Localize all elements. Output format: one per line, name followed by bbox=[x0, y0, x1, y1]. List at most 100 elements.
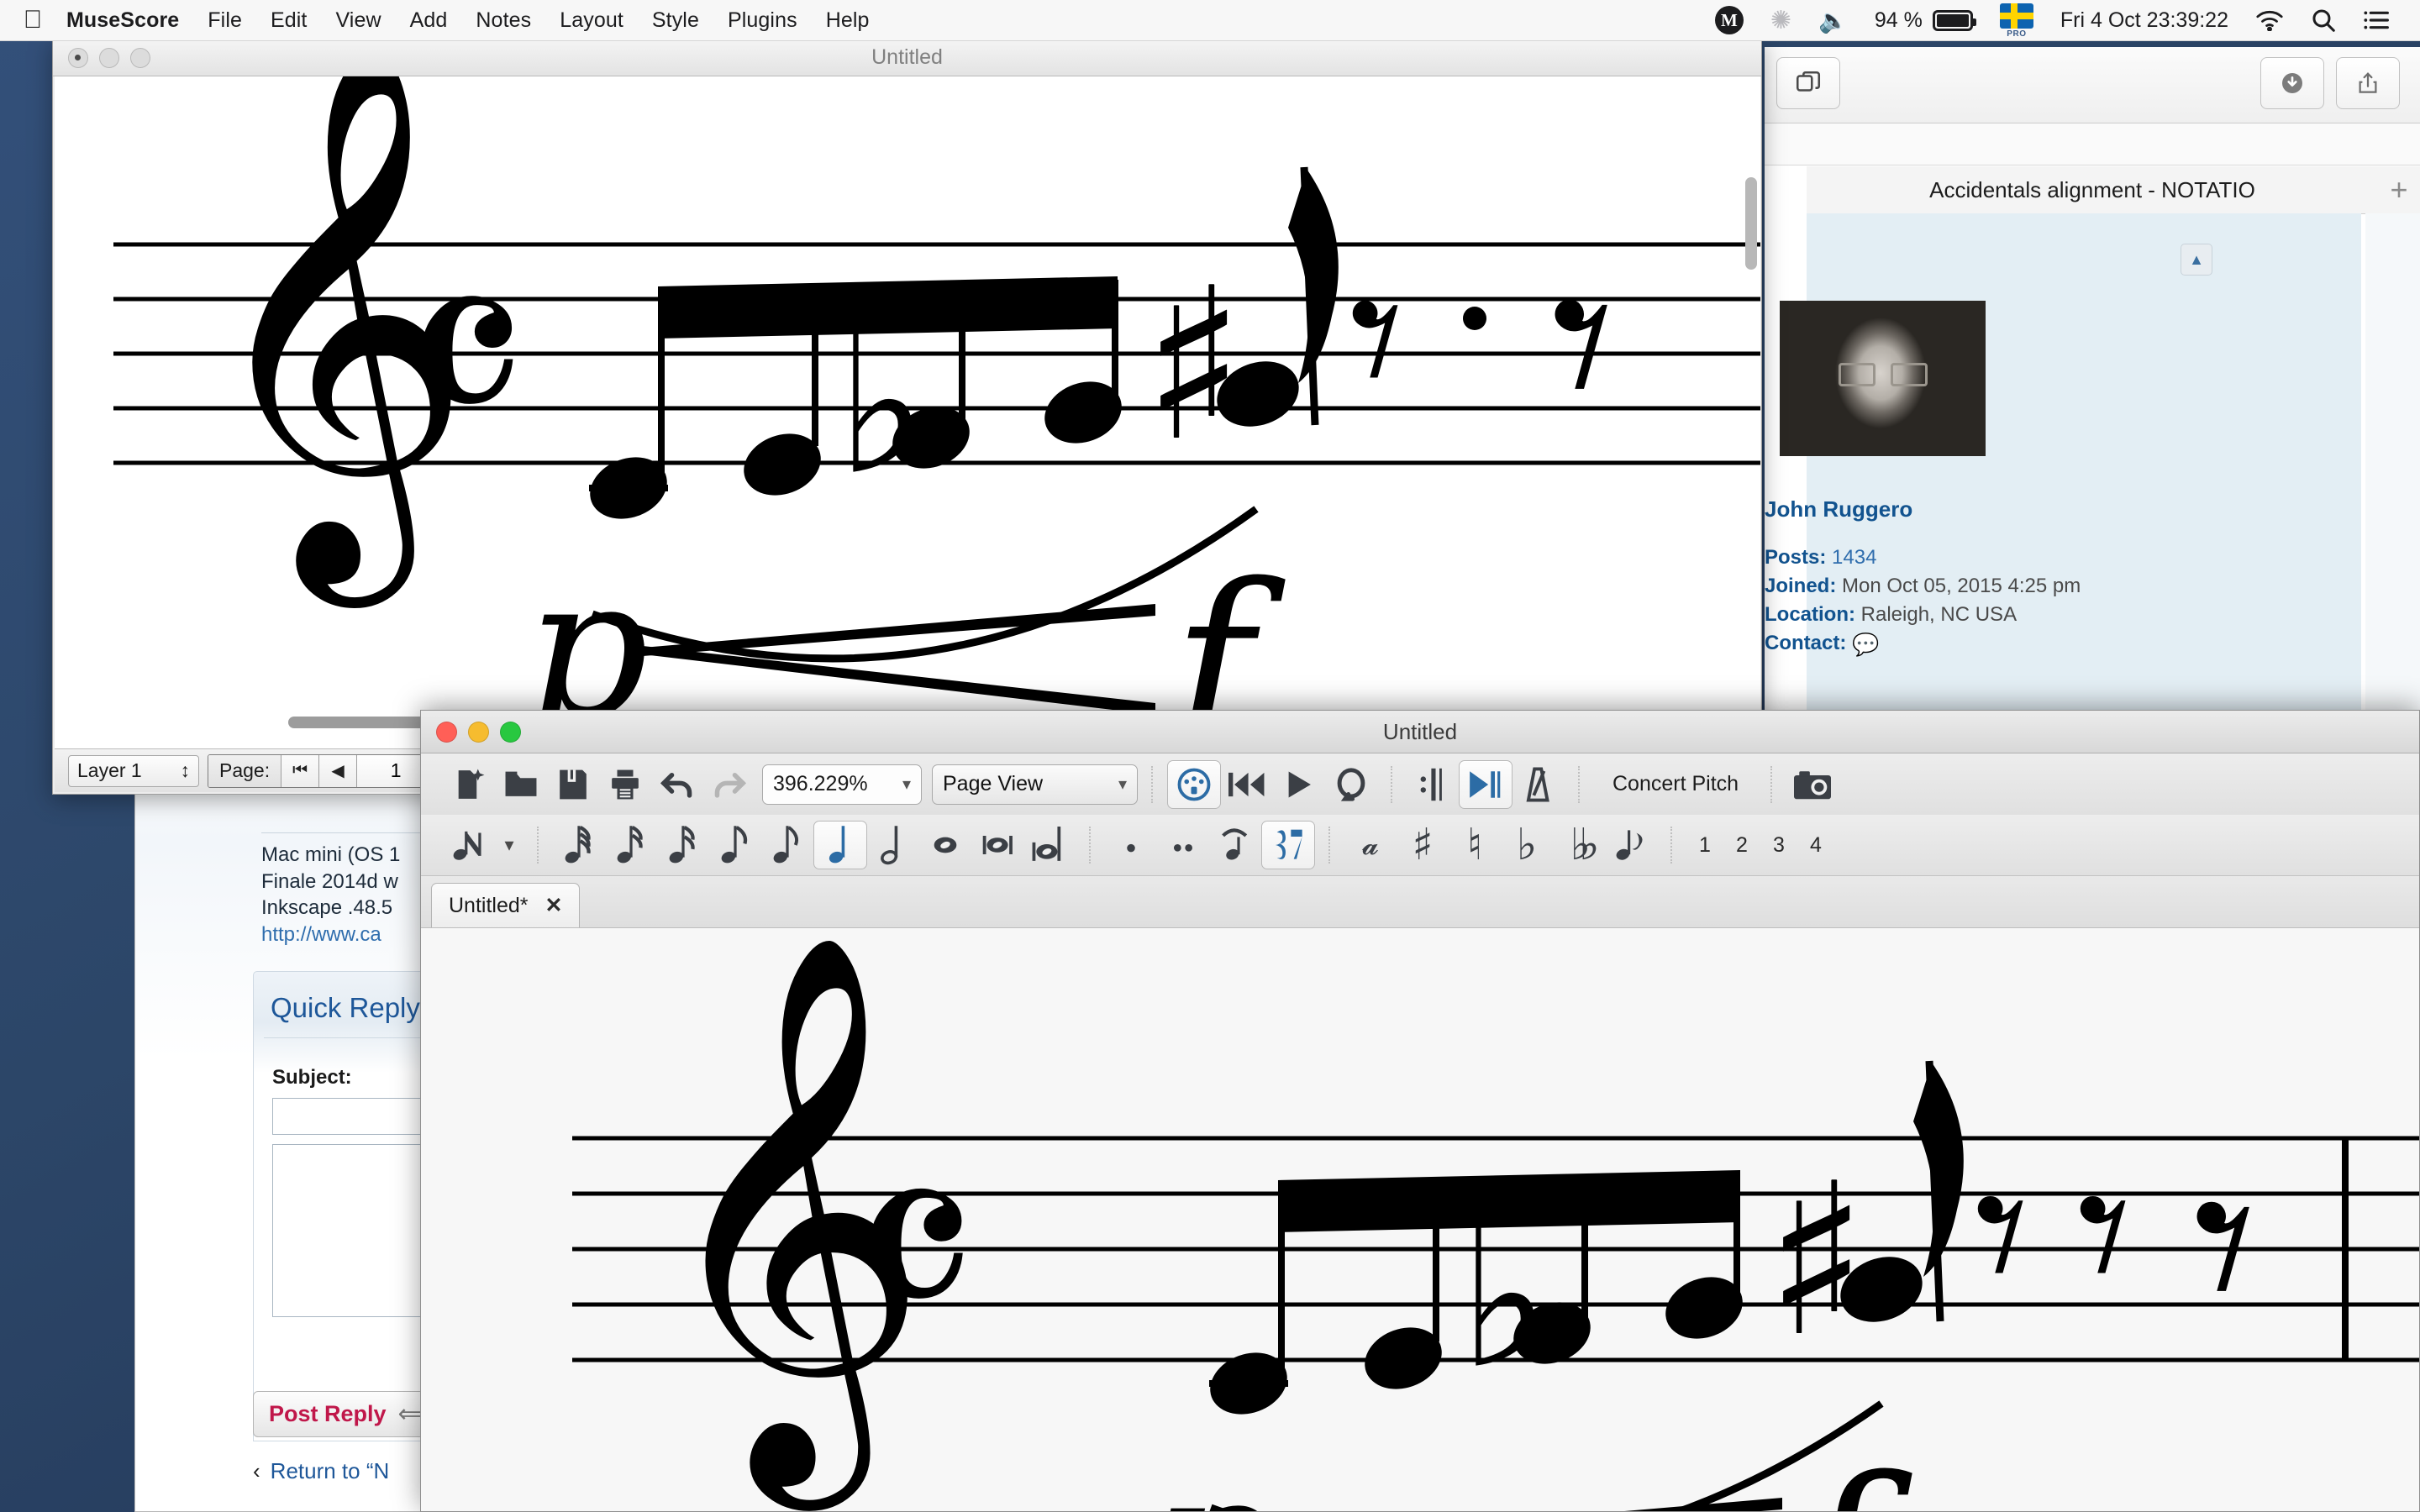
chevron-down-icon[interactable]: ▾ bbox=[495, 822, 523, 869]
window-titlebar[interactable]: Untitled bbox=[53, 39, 1761, 76]
double-sharp-icon[interactable]: 𝓪 bbox=[1344, 822, 1397, 869]
menu-view[interactable]: View bbox=[321, 8, 395, 33]
open-file-icon[interactable] bbox=[495, 761, 547, 808]
document-tab-strip: Untitled* ✕ bbox=[421, 876, 2419, 928]
menu-help[interactable]: Help bbox=[812, 8, 884, 33]
document-tab-label: Untitled* bbox=[449, 893, 529, 917]
pan-score-icon[interactable] bbox=[1459, 759, 1512, 809]
layer-selector[interactable]: Layer 1 ↕ bbox=[68, 754, 199, 787]
midi-input-icon[interactable] bbox=[1167, 759, 1221, 809]
undo-icon[interactable] bbox=[651, 761, 703, 808]
redo-icon[interactable] bbox=[703, 761, 755, 808]
image-capture-icon[interactable] bbox=[1786, 761, 1839, 808]
show-tabs-icon[interactable] bbox=[1776, 57, 1840, 109]
voice-3-button[interactable]: 3 bbox=[1760, 833, 1797, 858]
page-navigator[interactable]: Page: ⏮ ◀ 1 bbox=[208, 753, 436, 788]
share-icon[interactable] bbox=[2336, 57, 2400, 109]
profile-name: John Ruggero bbox=[1765, 496, 1913, 522]
save-icon[interactable] bbox=[547, 761, 599, 808]
rest-icon[interactable] bbox=[1261, 821, 1315, 869]
menu-app-name[interactable]: MuseScore bbox=[52, 8, 193, 33]
menu-layout[interactable]: Layout bbox=[545, 8, 638, 33]
thirty-second-note-icon[interactable] bbox=[605, 822, 657, 869]
musescore-background-window[interactable]: Untitled 𝄞 𝄴 ♭ ♯ 𝄾 𝄾 p f Layer 1 ↕ Page:… bbox=[52, 39, 1762, 795]
flat-icon[interactable]: ♭ bbox=[1501, 820, 1553, 870]
megasync-icon[interactable]: M bbox=[1702, 6, 1757, 34]
score-canvas-background[interactable]: 𝄞 𝄴 ♭ ♯ 𝄾 𝄾 p f bbox=[55, 76, 1760, 748]
plus-icon[interactable]: + bbox=[2378, 172, 2420, 207]
close-icon[interactable]: ✕ bbox=[545, 893, 563, 918]
collapse-up-icon[interactable]: ▲ bbox=[2181, 244, 2212, 276]
sixty-fourth-note-icon[interactable] bbox=[553, 822, 605, 869]
concert-pitch-button[interactable]: Concert Pitch bbox=[1594, 772, 1757, 796]
location-value: Raleigh, NC USA bbox=[1860, 603, 2018, 627]
vertical-scrollbar[interactable] bbox=[1745, 177, 1757, 270]
loop-icon[interactable] bbox=[1325, 761, 1377, 808]
view-mode-combobox[interactable]: Page View ▾ bbox=[932, 764, 1138, 805]
contact-label: Contact: bbox=[1765, 632, 1847, 655]
score-canvas-active[interactable]: 𝄞 𝄴 ♭ ♯ 𝄾 𝄾 𝄾 bbox=[421, 928, 2419, 1511]
browser-tab-title[interactable]: Accidentals alignment - NOTATIO bbox=[1807, 177, 2378, 203]
svg-text:♭: ♭ bbox=[836, 293, 928, 517]
double-flat-icon[interactable]: ♭♭ bbox=[1553, 820, 1605, 870]
double-augmentation-dot-icon[interactable] bbox=[1157, 822, 1209, 869]
voice-1-button[interactable]: 1 bbox=[1686, 833, 1723, 858]
battery-icon bbox=[1932, 9, 1976, 31]
mac-menu-bar:  MuseScore File Edit View Add Notes Lay… bbox=[0, 0, 2420, 41]
control-center-icon[interactable] bbox=[2349, 9, 2403, 31]
signature-link[interactable]: http://www.ca bbox=[261, 923, 381, 946]
battery-status[interactable]: 94 % bbox=[1861, 8, 1986, 33]
new-score-icon[interactable] bbox=[443, 761, 495, 808]
metronome-icon[interactable] bbox=[1512, 761, 1565, 808]
posts-label: Posts: bbox=[1765, 545, 1827, 569]
speaker-icon[interactable]: 🔈 bbox=[1805, 7, 1861, 34]
score-notation-bottom: 𝄞 𝄴 ♭ ♯ 𝄾 𝄾 𝄾 bbox=[572, 928, 2419, 1511]
voice-4-button[interactable]: 4 bbox=[1797, 833, 1834, 858]
menu-file[interactable]: File bbox=[193, 8, 256, 33]
breve-icon[interactable] bbox=[971, 822, 1023, 869]
menu-notes[interactable]: Notes bbox=[461, 8, 545, 33]
quarter-note-icon[interactable] bbox=[813, 821, 867, 869]
sixteenth-note-icon[interactable] bbox=[657, 822, 709, 869]
browser-tab-bar[interactable]: Accidentals alignment - NOTATIO + bbox=[1807, 166, 2420, 214]
menu-plugins[interactable]: Plugins bbox=[713, 8, 812, 33]
natural-icon[interactable]: ♮ bbox=[1449, 820, 1501, 870]
play-repeats-icon[interactable] bbox=[1407, 761, 1459, 808]
whole-note-icon[interactable] bbox=[919, 822, 971, 869]
previous-page-icon[interactable]: ◀ bbox=[318, 754, 357, 787]
window-titlebar-active[interactable]: Untitled bbox=[421, 711, 2419, 753]
sharp-icon[interactable]: ♯ bbox=[1397, 820, 1449, 870]
message-bubble-icon[interactable]: 💬 bbox=[1852, 629, 1879, 660]
svg-text:𝄴: 𝄴 bbox=[403, 196, 528, 518]
augmentation-dot-icon[interactable] bbox=[1105, 822, 1157, 869]
downloads-icon[interactable] bbox=[2260, 57, 2324, 109]
first-page-icon[interactable]: ⏮ bbox=[281, 754, 319, 787]
return-to-forum-link[interactable]: ‹ Return to “N bbox=[253, 1458, 389, 1484]
note-input-icon[interactable] bbox=[443, 822, 495, 869]
wifi-icon[interactable] bbox=[2242, 9, 2297, 31]
quarter-note-flag-icon[interactable] bbox=[761, 822, 813, 869]
longa-icon[interactable] bbox=[1023, 822, 1076, 869]
rewind-icon[interactable] bbox=[1221, 761, 1273, 808]
apple-logo-icon[interactable]:  bbox=[13, 8, 52, 33]
flip-direction-icon[interactable] bbox=[1605, 822, 1657, 869]
musescore-active-window[interactable]: Untitled 396.229% ▾ Page View ▾ Concert … bbox=[420, 710, 2420, 1512]
zoom-combobox[interactable]: 396.229% ▾ bbox=[762, 764, 922, 805]
browser-address-row bbox=[1765, 123, 2420, 165]
clock[interactable]: Fri 4 Oct 23:39:22 bbox=[2047, 8, 2242, 33]
print-icon[interactable] bbox=[599, 761, 651, 808]
menu-style[interactable]: Style bbox=[638, 8, 713, 33]
menu-edit[interactable]: Edit bbox=[256, 8, 321, 33]
eighth-note-icon[interactable] bbox=[709, 822, 761, 869]
input-language-icon[interactable]: PRO bbox=[1986, 3, 2047, 39]
voice-2-button[interactable]: 2 bbox=[1723, 833, 1760, 858]
document-tab[interactable]: Untitled* ✕ bbox=[431, 883, 581, 927]
search-icon[interactable] bbox=[2297, 8, 2349, 33]
bluetooth-icon[interactable]: ✺ bbox=[1757, 6, 1805, 35]
tie-icon[interactable] bbox=[1209, 822, 1261, 869]
play-icon[interactable] bbox=[1273, 761, 1325, 808]
menu-add[interactable]: Add bbox=[396, 8, 462, 33]
zoom-value: 396.229% bbox=[773, 772, 868, 795]
main-toolbar: 396.229% ▾ Page View ▾ Concert Pitch bbox=[421, 753, 2419, 815]
half-note-icon[interactable] bbox=[867, 822, 919, 869]
